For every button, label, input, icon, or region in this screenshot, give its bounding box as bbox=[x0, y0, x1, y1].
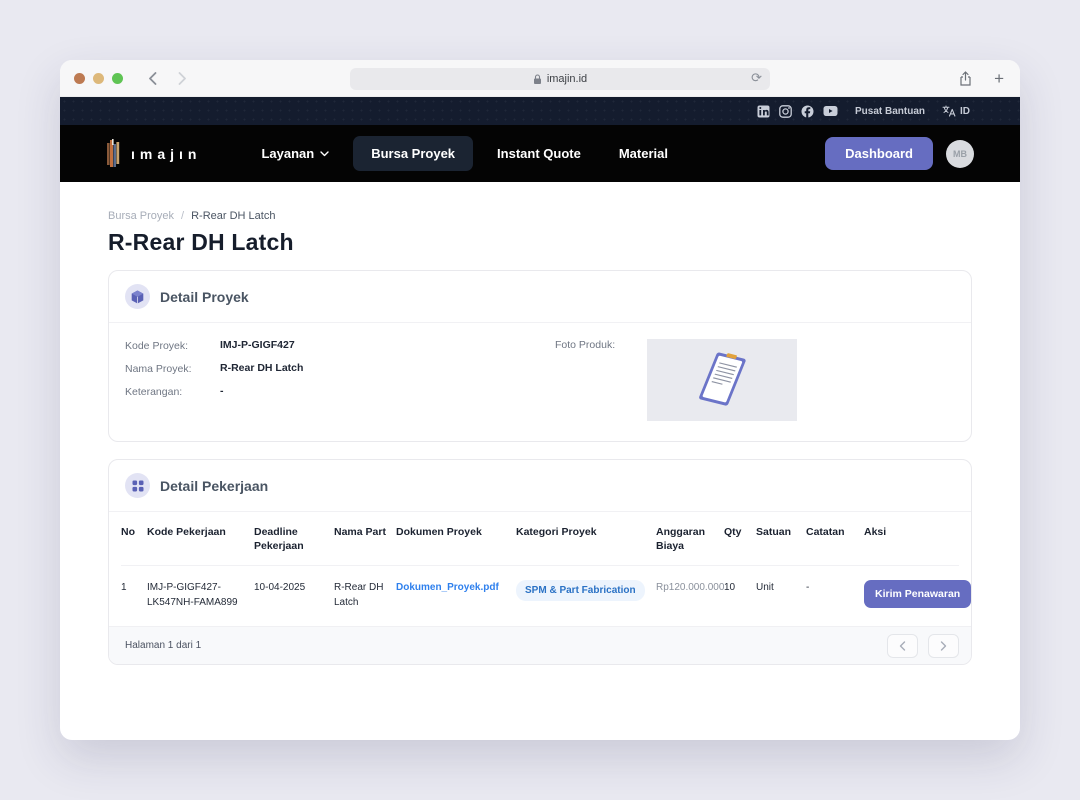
col-header-qty: Qty bbox=[724, 525, 756, 539]
table-row: 1 IMJ-P-GIGF427-LK547NH-FAMA899 10-04-20… bbox=[121, 566, 959, 626]
lock-icon bbox=[533, 74, 542, 85]
logo-text: ımajın bbox=[131, 146, 201, 162]
field-nama-proyek: Nama Proyek: R-Rear DH Latch bbox=[125, 362, 555, 375]
close-window-button[interactable] bbox=[74, 73, 85, 84]
url-text: imajin.id bbox=[547, 73, 587, 85]
next-page-button[interactable] bbox=[928, 634, 959, 658]
main-navbar: ımajın Layanan Bursa Proyek Instant Quot… bbox=[60, 125, 1020, 182]
product-photo-placeholder bbox=[647, 339, 797, 421]
cell-qty: 10 bbox=[724, 580, 756, 595]
detail-pekerjaan-header: Detail Pekerjaan bbox=[109, 460, 971, 512]
detail-proyek-card: Detail Proyek Kode Proyek: IMJ-P-GIGF427… bbox=[108, 270, 972, 442]
detail-proyek-title: Detail Proyek bbox=[160, 289, 249, 305]
instagram-icon[interactable] bbox=[779, 105, 792, 118]
col-header-nama-part: Nama Part bbox=[334, 525, 396, 539]
cell-no: 1 bbox=[121, 580, 147, 595]
share-icon[interactable] bbox=[959, 71, 972, 87]
detail-proyek-header: Detail Proyek bbox=[109, 271, 971, 323]
breadcrumb-separator: / bbox=[181, 210, 184, 222]
browser-toolbar: imajin.id ⟳ + bbox=[60, 60, 1020, 97]
field-label: Keterangan: bbox=[125, 385, 220, 398]
window-controls bbox=[74, 73, 123, 84]
jobs-table: No Kode Pekerjaan Deadline Pekerjaan Nam… bbox=[109, 512, 971, 626]
nav-item-material[interactable]: Material bbox=[605, 136, 682, 171]
detail-pekerjaan-title: Detail Pekerjaan bbox=[160, 478, 268, 494]
product-photo-section: Foto Produk: bbox=[555, 339, 797, 421]
nav-item-bursa-proyek[interactable]: Bursa Proyek bbox=[353, 136, 473, 171]
col-header-anggaran: Anggaran Biaya bbox=[656, 525, 724, 553]
nav-item-label: Bursa Proyek bbox=[371, 146, 455, 161]
breadcrumb: Bursa Proyek / R-Rear DH Latch bbox=[108, 210, 972, 222]
breadcrumb-parent-link[interactable]: Bursa Proyek bbox=[108, 210, 174, 222]
table-header-row: No Kode Pekerjaan Deadline Pekerjaan Nam… bbox=[121, 512, 959, 566]
nav-item-label: Instant Quote bbox=[497, 146, 581, 161]
document-illustration-icon bbox=[691, 345, 753, 415]
help-center-link[interactable]: Pusat Bantuan bbox=[855, 106, 925, 117]
foto-produk-label: Foto Produk: bbox=[555, 339, 647, 421]
col-header-dokumen: Dokumen Proyek bbox=[396, 525, 516, 539]
youtube-icon[interactable] bbox=[823, 105, 838, 117]
field-kode-proyek: Kode Proyek: IMJ-P-GIGF427 bbox=[125, 339, 555, 352]
field-value: R-Rear DH Latch bbox=[220, 362, 303, 375]
avatar[interactable]: MB bbox=[946, 140, 974, 168]
new-tab-icon[interactable]: + bbox=[994, 69, 1004, 89]
category-badge: SPM & Part Fabrication bbox=[516, 580, 645, 601]
cell-nama-part: R-Rear DH Latch bbox=[334, 580, 396, 610]
prev-page-button[interactable] bbox=[887, 634, 918, 658]
col-header-aksi: Aksi bbox=[864, 525, 961, 539]
col-header-catatan: Catatan bbox=[806, 525, 864, 539]
table-pagination: Halaman 1 dari 1 bbox=[109, 626, 971, 664]
col-header-satuan: Satuan bbox=[756, 525, 806, 539]
cell-deadline: 10-04-2025 bbox=[254, 580, 334, 595]
dashboard-button[interactable]: Dashboard bbox=[825, 137, 933, 170]
facebook-icon[interactable] bbox=[801, 105, 814, 118]
imajin-logo[interactable]: ımajın bbox=[106, 139, 201, 169]
avatar-initials: MB bbox=[953, 149, 967, 159]
logo-mark-icon bbox=[106, 139, 122, 169]
utility-bar: Pusat Bantuan ID bbox=[60, 97, 1020, 125]
cube-icon bbox=[125, 284, 150, 309]
linkedin-icon[interactable] bbox=[757, 105, 770, 118]
cell-satuan: Unit bbox=[756, 580, 806, 595]
nav-item-label: Material bbox=[619, 146, 668, 161]
kirim-penawaran-button[interactable]: Kirim Penawaran bbox=[864, 580, 971, 608]
back-icon[interactable] bbox=[141, 67, 163, 89]
nav-item-instant-quote[interactable]: Instant Quote bbox=[483, 136, 595, 171]
address-bar[interactable]: imajin.id ⟳ bbox=[350, 68, 770, 90]
nav-item-label: Layanan bbox=[261, 146, 314, 161]
cell-kode-pekerjaan: IMJ-P-GIGF427-LK547NH-FAMA899 bbox=[147, 580, 254, 610]
grid-icon bbox=[125, 473, 150, 498]
language-label: ID bbox=[960, 106, 970, 117]
cell-anggaran: Rp120.000.000 bbox=[656, 580, 724, 595]
field-label: Nama Proyek: bbox=[125, 362, 220, 375]
reload-icon[interactable]: ⟳ bbox=[751, 70, 762, 86]
field-label: Kode Proyek: bbox=[125, 339, 220, 352]
browser-window: imajin.id ⟳ + Pusat Bantuan ID bbox=[60, 60, 1020, 740]
minimize-window-button[interactable] bbox=[93, 73, 104, 84]
col-header-deadline: Deadline Pekerjaan bbox=[254, 525, 334, 553]
chevron-down-icon bbox=[320, 151, 329, 157]
forward-icon[interactable] bbox=[171, 67, 193, 89]
col-header-no: No bbox=[121, 525, 147, 539]
translate-icon bbox=[942, 105, 956, 117]
maximize-window-button[interactable] bbox=[112, 73, 123, 84]
breadcrumb-current: R-Rear DH Latch bbox=[191, 210, 275, 222]
language-switcher[interactable]: ID bbox=[942, 105, 970, 117]
document-link[interactable]: Dokumen_Proyek.pdf bbox=[396, 582, 499, 593]
nav-menu: Layanan Bursa Proyek Instant Quote Mater… bbox=[247, 136, 682, 171]
nav-item-layanan[interactable]: Layanan bbox=[247, 136, 343, 171]
page-content: Bursa Proyek / R-Rear DH Latch R-Rear DH… bbox=[60, 182, 1020, 665]
detail-pekerjaan-card: Detail Pekerjaan No Kode Pekerjaan Deadl… bbox=[108, 459, 972, 665]
field-value: IMJ-P-GIGF427 bbox=[220, 339, 295, 352]
project-fields: Kode Proyek: IMJ-P-GIGF427 Nama Proyek: … bbox=[125, 339, 555, 421]
cell-catatan: - bbox=[806, 580, 864, 595]
pagination-status: Halaman 1 dari 1 bbox=[125, 640, 201, 651]
col-header-kategori: Kategori Proyek bbox=[516, 525, 656, 539]
col-header-kode-pekerjaan: Kode Pekerjaan bbox=[147, 525, 254, 539]
field-value: - bbox=[220, 385, 224, 398]
page-title: R-Rear DH Latch bbox=[108, 229, 972, 256]
field-keterangan: Keterangan: - bbox=[125, 385, 555, 398]
